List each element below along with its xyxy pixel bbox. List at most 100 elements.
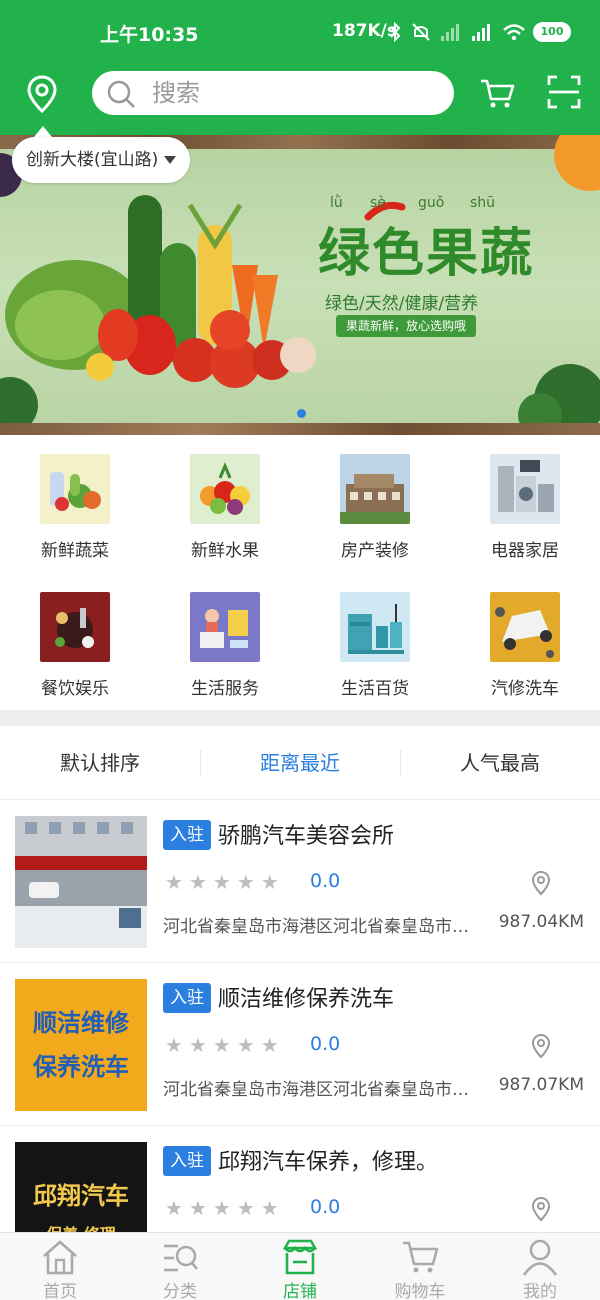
category-label: 生活百货 xyxy=(341,679,409,699)
shop-item[interactable]: 入驻 骄鹏汽车美容会所 ★ ★ ★ ★ ★ 0.0 河北省秦皇岛市海港区河北省秦皇岛市海… xyxy=(0,800,600,963)
search-box[interactable] xyxy=(92,71,454,115)
tab-label: 首页 xyxy=(43,1282,77,1300)
location-pin-icon xyxy=(531,870,551,896)
scan-icon[interactable] xyxy=(546,74,582,110)
location-pin-icon xyxy=(531,1033,551,1059)
shop-name: 骄鹏汽车美容会所 xyxy=(218,824,395,849)
status-time: 上午10:35 xyxy=(100,24,199,46)
sort-tabs: 默认排序 距离最近 人气最高 xyxy=(0,726,600,800)
category-appliances[interactable]: 电器家居 xyxy=(450,436,600,572)
banner-subtitle: 绿色/天然/健康/营养 xyxy=(325,294,479,314)
shop-address: 河北省秦皇岛市海港区河北省秦皇岛市海港区 xyxy=(163,917,473,937)
category-label: 餐饮娱乐 xyxy=(41,679,109,699)
category-label: 电器家居 xyxy=(491,541,559,561)
banner-pinyin-4: shū xyxy=(470,195,496,211)
sign-text: 顺洁维修 xyxy=(33,1008,130,1037)
star-icon: ★ xyxy=(165,1196,183,1220)
user-icon xyxy=(522,1239,558,1276)
category-label: 新鲜水果 xyxy=(191,541,259,561)
sign-text: 保养洗车 xyxy=(32,1052,129,1081)
category-icon xyxy=(164,1244,198,1272)
chevron-down-icon xyxy=(164,156,177,164)
star-icon: ★ xyxy=(188,870,207,894)
verified-badge: 入驻 xyxy=(163,1146,211,1176)
tab-label: 店铺 xyxy=(283,1282,317,1300)
sort-tab-default[interactable]: 默认排序 xyxy=(0,726,200,800)
tab-category[interactable]: 分类 xyxy=(120,1233,240,1300)
category-label: 生活服务 xyxy=(191,679,259,699)
shop-item[interactable]: 顺洁维修 保养洗车 入驻 顺洁维修保养洗车 ★ ★ ★ ★ ★ 0.0 河北省秦皇岛市海… xyxy=(0,963,600,1126)
fruits-icon xyxy=(190,454,260,524)
tab-profile[interactable]: 我的 xyxy=(480,1233,600,1300)
shop-score: 0.0 xyxy=(310,870,341,892)
star-rating: ★ ★ ★ ★ ★ xyxy=(165,1196,279,1220)
category-services[interactable]: 生活服务 xyxy=(150,574,300,710)
goods-icon xyxy=(340,592,410,662)
shop-distance: 987.04KM xyxy=(498,912,584,932)
banner-tagline: 果蔬新鲜，放心选购哦 xyxy=(336,315,477,337)
star-icon: ★ xyxy=(165,1033,183,1057)
category-label: 汽修洗车 xyxy=(491,679,559,699)
star-icon: ★ xyxy=(236,870,255,894)
star-icon: ★ xyxy=(236,1033,255,1057)
star-icon: ★ xyxy=(236,1196,255,1220)
category-vegetables[interactable]: 新鲜蔬菜 xyxy=(0,436,150,572)
house-icon xyxy=(340,454,410,524)
tab-label: 分类 xyxy=(163,1282,197,1300)
star-icon: ★ xyxy=(212,870,231,894)
shop-score: 0.0 xyxy=(310,1196,341,1218)
star-icon: ★ xyxy=(260,1196,279,1220)
star-icon: ★ xyxy=(188,1196,207,1220)
services-icon xyxy=(190,592,260,662)
appliances-icon xyxy=(490,454,560,524)
category-car-wash[interactable]: 汽修洗车 xyxy=(450,574,600,710)
section-divider xyxy=(0,710,600,726)
tab-store[interactable]: 店铺 xyxy=(240,1233,360,1300)
category-house[interactable]: 房产装修 xyxy=(300,436,450,572)
banner-pinyin-2: sè xyxy=(370,195,386,211)
sign-text: 邱翔汽车 xyxy=(33,1181,129,1210)
sort-tab-popular[interactable]: 人气最高 xyxy=(400,726,600,800)
banner-pinyin-3: guǒ xyxy=(418,195,445,211)
car-wash-icon xyxy=(490,592,560,662)
shop-name: 顺洁维修保养洗车 xyxy=(218,987,395,1012)
shop-photo: 顺洁维修 保养洗车 xyxy=(15,979,147,1111)
search-input[interactable] xyxy=(152,77,432,109)
address-selector[interactable]: 创新大楼(宜山路) xyxy=(12,137,191,183)
shop-photo xyxy=(15,816,147,948)
star-icon: ★ xyxy=(260,870,279,894)
cart-icon[interactable] xyxy=(478,74,516,112)
cart-icon xyxy=(403,1241,439,1273)
tab-label: 购物车 xyxy=(394,1282,446,1300)
tab-home[interactable]: 首页 xyxy=(0,1233,120,1300)
category-fruits[interactable]: 新鲜水果 xyxy=(150,436,300,572)
category-grid: 新鲜蔬菜 新鲜水果 房产装修 电器家居 餐饮娱乐 生活服务 生活百货 汽修洗车 xyxy=(0,436,600,710)
shop-distance: 987.07KM xyxy=(498,1075,584,1095)
sort-tab-nearest[interactable]: 距离最近 xyxy=(200,726,400,800)
star-rating: ★ ★ ★ ★ ★ xyxy=(165,870,279,894)
store-icon xyxy=(282,1239,318,1275)
app-screen: 上午10:35 187K/s 100 搜索 lǜ sè guǒ shū 绿色果蔬… xyxy=(0,0,600,1300)
status-bar: 上午10:35 187K/s 100 xyxy=(0,0,600,62)
status-icons xyxy=(388,19,528,45)
location-pin-icon[interactable] xyxy=(24,74,60,114)
address-label: 创新大楼(宜山路) xyxy=(26,150,159,170)
battery-indicator: 100 xyxy=(533,22,571,42)
address-popover-arrow xyxy=(34,126,52,137)
dining-icon xyxy=(40,592,110,662)
category-dining[interactable]: 餐饮娱乐 xyxy=(0,574,150,710)
bluetooth-icon xyxy=(390,21,401,43)
wifi-icon xyxy=(503,24,525,41)
search-icon xyxy=(107,80,135,108)
banner-page-indicator xyxy=(297,409,306,418)
tab-cart[interactable]: 购物车 xyxy=(360,1233,480,1300)
location-pin-icon xyxy=(531,1196,551,1222)
category-label: 新鲜蔬菜 xyxy=(41,541,109,561)
category-goods[interactable]: 生活百货 xyxy=(300,574,450,710)
star-icon: ★ xyxy=(188,1033,207,1057)
vegetables-icon xyxy=(40,454,110,524)
star-icon: ★ xyxy=(165,870,183,894)
home-icon xyxy=(43,1240,77,1275)
header-bar: 上午10:35 187K/s 100 xyxy=(0,0,600,135)
star-rating: ★ ★ ★ ★ ★ xyxy=(165,1033,279,1057)
